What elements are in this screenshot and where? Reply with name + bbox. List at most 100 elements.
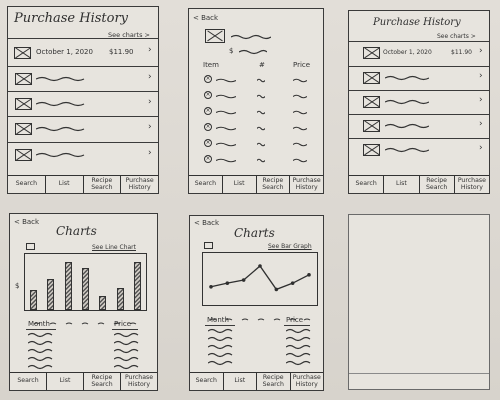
tab-recipe-search[interactable]: Recipe Search (84, 373, 121, 390)
remove-icon[interactable]: × (204, 123, 212, 131)
list-item[interactable]: › (349, 115, 491, 137)
list-item[interactable]: › (8, 143, 160, 167)
detail-rows: × × × × × × (189, 73, 325, 173)
tab-bar: Search List Recipe Search Purchase Histo… (8, 175, 158, 193)
text-placeholder-squiggle (257, 126, 265, 131)
list-item[interactable]: October 1, 2020 $11.90 › (8, 38, 160, 66)
image-placeholder-icon (15, 73, 32, 85)
charts-bar-screen: < Back Charts See Line Chart $ Month Pri… (9, 213, 158, 391)
tab-recipe-search[interactable]: Recipe Search (84, 176, 122, 193)
list-item: × (189, 153, 325, 167)
chart-type-icon[interactable] (26, 243, 35, 250)
chevron-right-icon: › (479, 71, 483, 81)
tab-recipe-search[interactable]: Recipe Search (257, 373, 291, 390)
tab-list[interactable]: List (46, 176, 84, 193)
text-placeholder-squiggle (385, 147, 429, 153)
chart-type-icon[interactable] (204, 242, 213, 249)
tab-purchase-history[interactable]: Purchase History (455, 176, 489, 193)
x-axis-tick-marks (202, 308, 318, 321)
tab-search[interactable]: Search (189, 176, 223, 193)
tab-search[interactable]: Search (190, 373, 224, 390)
data-point-2 (225, 281, 230, 285)
see-line-chart-link[interactable]: See Line Chart (92, 244, 136, 251)
remove-icon[interactable]: × (204, 75, 212, 83)
tab-list[interactable]: List (47, 373, 84, 390)
see-charts-link[interactable]: See charts > (437, 33, 476, 40)
image-placeholder-icon (15, 98, 32, 110)
text-placeholder-squiggle (385, 123, 429, 129)
page-title: Purchase History (373, 17, 461, 28)
remove-icon[interactable]: × (204, 107, 212, 115)
bar-chart (24, 253, 147, 311)
text-placeholder-squiggle (216, 158, 236, 163)
bottom-line (349, 373, 489, 374)
header-underline (205, 325, 235, 326)
list-item[interactable]: › (8, 67, 160, 91)
remove-icon[interactable]: × (204, 139, 212, 147)
tab-list[interactable]: List (223, 176, 257, 193)
text-placeholder-squiggle (257, 110, 265, 115)
list-item[interactable]: › (349, 91, 491, 113)
image-placeholder-icon (15, 123, 32, 135)
image-placeholder-icon (15, 149, 32, 161)
tab-bar: Search List Recipe Search Purchase Histo… (10, 372, 157, 390)
remove-icon[interactable]: × (204, 155, 212, 163)
tab-purchase-history[interactable]: Purchase History (121, 176, 158, 193)
text-placeholder-squiggle (216, 94, 236, 99)
remove-icon[interactable]: × (204, 91, 212, 99)
list-item[interactable]: › (8, 92, 160, 116)
tab-search[interactable]: Search (8, 176, 46, 193)
text-placeholder-squiggle (293, 126, 307, 131)
page-title: Charts (56, 224, 97, 238)
chevron-right-icon: › (148, 72, 152, 82)
column-header-month: Month (207, 316, 229, 324)
list-item[interactable]: › (349, 139, 491, 161)
list-item[interactable]: › (349, 67, 491, 89)
text-placeholder-squiggle (293, 78, 307, 83)
bar-1 (30, 290, 38, 310)
tab-list[interactable]: List (384, 176, 420, 193)
tab-purchase-history[interactable]: Purchase History (290, 176, 323, 193)
chevron-right-icon: › (479, 95, 483, 105)
image-placeholder-icon (363, 72, 380, 84)
bar-4 (82, 268, 89, 310)
list-item: × (189, 137, 325, 151)
month-list-squiggles (28, 332, 53, 370)
see-bar-graph-link[interactable]: See Bar Graph (268, 243, 312, 250)
tab-search[interactable]: Search (10, 373, 47, 390)
tab-bar: Search List Recipe Search Purchase Histo… (189, 175, 323, 193)
text-placeholder-squiggle (216, 142, 236, 147)
text-placeholder-squiggle (231, 34, 271, 40)
tab-recipe-search[interactable]: Recipe Search (257, 176, 291, 193)
bar-7 (133, 262, 141, 310)
data-point-5 (274, 287, 279, 292)
tab-purchase-history[interactable]: Purchase History (291, 373, 324, 390)
text-placeholder-squiggle (257, 94, 265, 99)
tab-purchase-history[interactable]: Purchase History (121, 373, 157, 390)
list-item: × (189, 105, 325, 119)
back-button[interactable]: < Back (193, 14, 218, 22)
text-placeholder-squiggle (36, 126, 85, 132)
back-button[interactable]: < Back (194, 219, 219, 227)
column-header-item: Item (203, 61, 219, 69)
text-placeholder-squiggle (293, 110, 307, 115)
line-chart (202, 252, 318, 306)
header-underline (112, 329, 138, 330)
back-button[interactable]: < Back (14, 218, 39, 226)
column-header-price: Price (286, 316, 304, 324)
tab-recipe-search[interactable]: Recipe Search (420, 176, 455, 193)
chevron-right-icon: › (148, 97, 152, 107)
bar-2 (47, 279, 55, 310)
tab-search[interactable]: Search (349, 176, 385, 193)
data-point-7 (307, 273, 311, 277)
line-chart-plot (209, 264, 311, 292)
list-item: × (189, 73, 325, 87)
bar-6 (116, 287, 124, 310)
header-underline (26, 329, 56, 330)
list-item[interactable]: October 1, 2020 $11.90 › (349, 41, 491, 65)
chevron-right-icon: › (148, 45, 152, 55)
tab-list[interactable]: List (224, 373, 257, 390)
data-point-3 (241, 278, 246, 282)
list-item: × (189, 121, 325, 135)
list-item[interactable]: › (8, 117, 160, 141)
